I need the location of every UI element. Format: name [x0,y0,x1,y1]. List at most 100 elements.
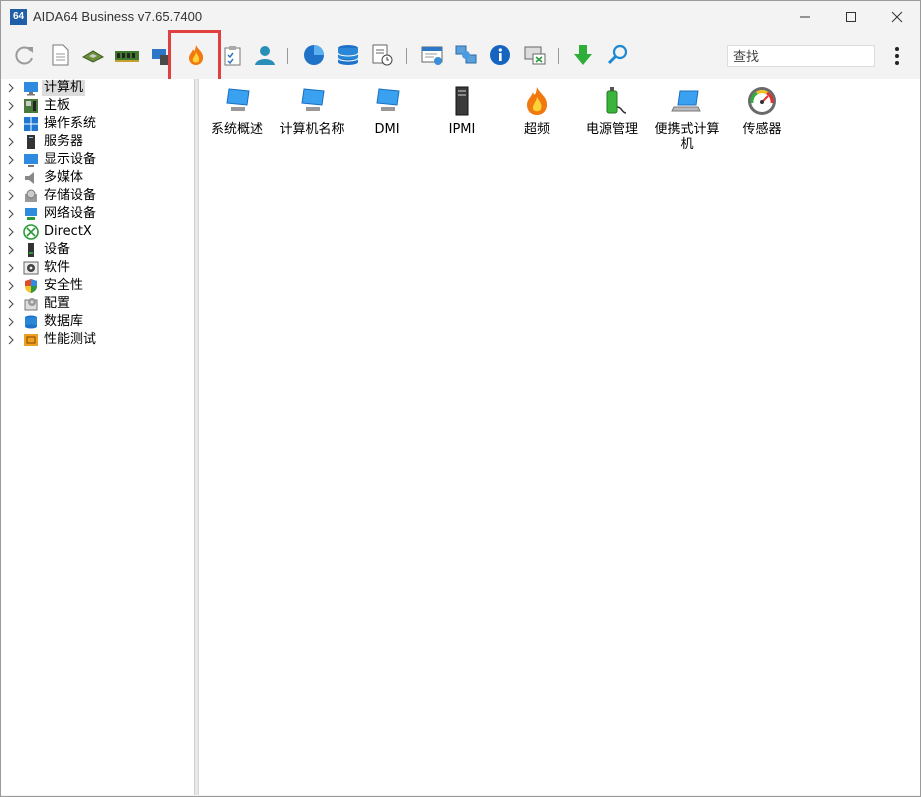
content-pane: 系统概述 计算机名称 DMI IPMI 超频 电源管理 便携式计算机 传感器 [198,79,920,795]
tree-item-label: 设备 [44,242,71,257]
computer-icon [301,88,325,111]
server-icon [27,135,35,149]
tree-item-operating-system[interactable]: 操作系统 [1,115,194,133]
chevron-right-icon [8,83,14,93]
report-icon [52,44,69,66]
content-item-label: 便携式计算机 [654,122,720,152]
computer-icon [376,88,400,111]
tree-item-network[interactable]: 网络设备 [1,205,194,223]
network-icon [25,208,37,220]
tree-item-server[interactable]: 服务器 [1,133,194,151]
tree-item-label: 性能测试 [44,332,97,347]
tree-item-label: 数据库 [44,314,84,329]
content-item-label: 系统概述 [210,122,263,137]
content-item-power-management[interactable]: 电源管理 [574,85,650,137]
cpu-icon [81,50,105,63]
tree-item-label: 配置 [44,296,71,311]
chevron-right-icon [8,209,14,219]
user-icon [255,46,275,65]
tree-item-label: 多媒体 [44,170,84,185]
maximize-button[interactable] [828,1,874,33]
cpu-button[interactable] [78,39,108,71]
memory-button[interactable] [111,39,141,71]
tree-item-software[interactable]: 软件 [1,259,194,277]
disk-icon [25,189,37,202]
tree-item-label: 软件 [44,260,71,275]
schedule-button[interactable] [367,39,397,71]
content-item-portable-computer[interactable]: 便携式计算机 [649,85,725,152]
tree-item-multimedia[interactable]: 多媒体 [1,169,194,187]
web-page-button[interactable] [417,39,447,71]
close-button[interactable] [874,1,920,33]
search-field[interactable] [727,45,875,67]
chevron-right-icon [8,335,14,345]
maximize-icon [846,12,856,22]
title-bar: 64 AIDA64 Business v7.65.7400 [1,1,920,33]
chevron-right-icon [8,191,14,201]
report-button[interactable] [45,39,75,71]
content-item-sensors[interactable]: 传感器 [724,85,800,137]
content-item-label: IPMI [448,122,476,137]
schedule-icon [372,44,393,66]
database-button[interactable] [333,39,363,71]
config-icon [24,298,38,311]
clipboard-button[interactable] [217,39,247,71]
chevron-right-icon [8,119,14,129]
tree-item-config[interactable]: 配置 [1,295,194,313]
database-icon [25,315,37,329]
content-item-system-summary[interactable]: 系统概述 [199,85,275,137]
overclock-button[interactable] [181,39,211,71]
tree-item-database[interactable]: 数据库 [1,313,194,331]
tree-item-label: 安全性 [44,278,84,293]
tree-item-label: 操作系统 [44,116,97,131]
chevron-right-icon [8,137,14,147]
info-icon [490,45,510,65]
device-icon [28,243,34,257]
search-icon [607,44,628,65]
computer-icon [226,88,250,111]
refresh-button[interactable] [10,39,40,71]
close-icon [891,11,903,23]
more-options-button[interactable] [887,44,907,68]
app-window: 64 AIDA64 Business v7.65.7400 查找 计算机 主板 … [0,0,921,797]
search-button[interactable] [603,39,633,71]
chevron-right-icon [8,101,14,111]
speaker-icon [25,172,34,184]
screenshot-button[interactable] [520,39,550,71]
tree-item-security[interactable]: 安全性 [1,277,194,295]
clipboard-icon [224,46,241,66]
tree-item-motherboard[interactable]: 主板 [1,97,194,115]
chevron-right-icon [8,299,14,309]
benchmark-icon [24,334,38,346]
tree-item-label: 存储设备 [44,188,97,203]
content-item-ipmi[interactable]: IPMI [424,85,500,137]
content-item-label: 传感器 [742,122,782,137]
flame-icon [189,45,204,65]
database-icon [337,45,359,65]
tree-item-devices[interactable]: 设备 [1,241,194,259]
search-input[interactable] [731,47,875,67]
user-button[interactable] [249,39,279,71]
update-button[interactable] [568,39,598,71]
network-share-button[interactable] [451,39,481,71]
minimize-icon [800,16,810,18]
download-arrow-icon [574,45,592,65]
gauge-icon [748,87,776,115]
info-button[interactable] [485,39,515,71]
laptop-icon [671,90,701,112]
minimize-button[interactable] [782,1,828,33]
tree-item-display[interactable]: 显示设备 [1,151,194,169]
tree-item-benchmark[interactable]: 性能测试 [1,331,194,349]
navigation-tree: 计算机 主板 操作系统 服务器 显示设备 多媒体 存储设备 网络设备 Direc… [1,79,194,795]
content-item-overclock[interactable]: 超频 [499,85,575,137]
kebab-dot-icon [895,54,899,58]
content-item-dmi[interactable]: DMI [349,85,425,137]
network-card-button[interactable] [147,39,177,71]
window-title: AIDA64 Business v7.65.7400 [33,9,203,24]
kebab-dot-icon [895,61,899,65]
tree-item-storage[interactable]: 存储设备 [1,187,194,205]
tree-item-computer[interactable]: 计算机 [1,79,194,97]
tree-item-directx[interactable]: DirectX [1,223,194,241]
pie-chart-button[interactable] [299,39,329,71]
content-item-computer-name[interactable]: 计算机名称 [274,85,350,137]
